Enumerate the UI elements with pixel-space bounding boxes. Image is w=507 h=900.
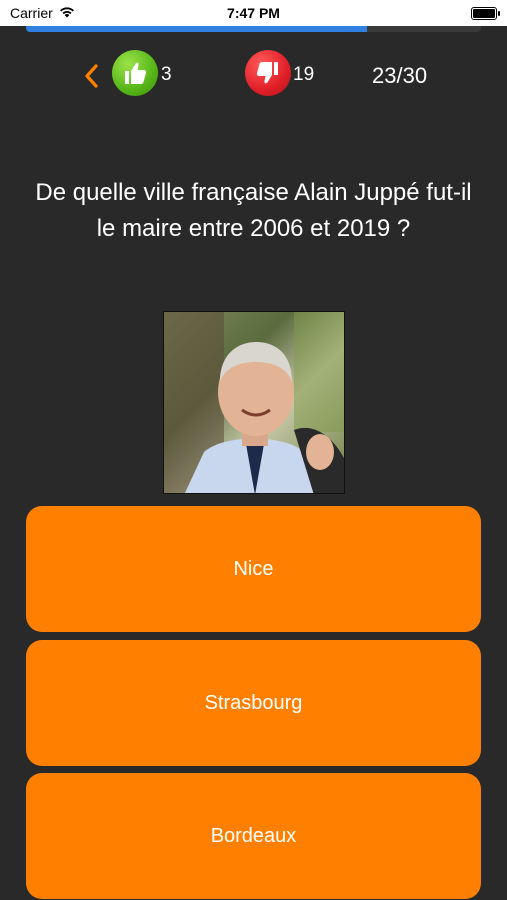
answer-button-2[interactable]: Strasbourg (26, 640, 481, 766)
answer-button-1[interactable]: Nice (26, 506, 481, 632)
question-counter: 23/30 (372, 63, 428, 88)
like-count: 3 (161, 64, 172, 85)
thumbs-down-icon (256, 62, 278, 84)
battery-icon (471, 7, 500, 20)
quiz-header: 3 19 23/30 (0, 48, 507, 104)
quiz-progress-bar (26, 26, 481, 32)
status-bar: Carrier 7:47 PM (0, 0, 507, 26)
like-badge (112, 50, 158, 96)
answer-button-3[interactable]: Bordeaux (26, 773, 481, 899)
thumbs-up-icon (125, 62, 147, 84)
back-button[interactable] (78, 60, 106, 92)
quiz-progress-fill (26, 26, 368, 32)
question-photo (163, 311, 345, 494)
dislike-badge (245, 50, 291, 96)
dislike-count: 19 (293, 64, 315, 85)
chevron-left-icon (85, 64, 98, 88)
status-time: 7:47 PM (227, 5, 280, 21)
question-text: De quelle ville française Alain Juppé fu… (35, 179, 472, 242)
